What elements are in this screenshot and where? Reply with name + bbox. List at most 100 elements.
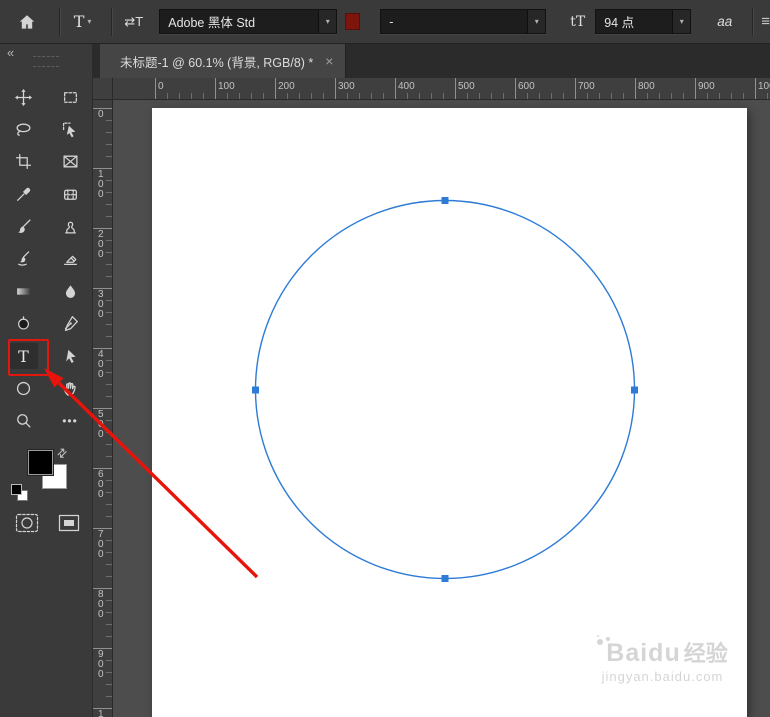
horizontal-ruler[interactable]: 0 100 200 300 400 500 600 700 800 900 10… xyxy=(113,78,770,100)
zoom-tool[interactable] xyxy=(10,408,38,434)
anti-alias-icon[interactable]: aa xyxy=(717,14,732,29)
font-family-dropdown-button[interactable]: ▾ xyxy=(318,10,337,33)
clone-stamp-tool[interactable] xyxy=(56,214,84,240)
baidu-logo-icon xyxy=(597,639,604,645)
font-family-select[interactable]: Adobe 黑体 Std ▾ xyxy=(159,9,338,34)
canvas-viewport: Baidu 经验 jingyan.baidu.com xyxy=(113,100,770,717)
ruler-label: 200 xyxy=(278,81,295,92)
swap-colors-icon[interactable]: ⇄ xyxy=(54,444,71,461)
ruler-label: 500 xyxy=(458,81,475,92)
home-icon xyxy=(20,14,35,29)
options-bar: T ▾ ⇄T Adobe 黑体 Std ▾ - ▾ tT 94 点 ▾ aa ≡ xyxy=(0,0,770,44)
font-size-icon: tT xyxy=(570,13,586,30)
ruler-label: 200 xyxy=(98,229,104,260)
path-selection-tool[interactable] xyxy=(56,343,84,369)
document-canvas[interactable]: Baidu 经验 jingyan.baidu.com xyxy=(152,108,747,717)
ruler-label: 100 xyxy=(98,169,104,200)
dodge-tool[interactable] xyxy=(10,311,38,337)
droplet-icon xyxy=(65,285,75,298)
watermark: Baidu 经验 jingyan.baidu.com xyxy=(580,636,745,684)
separator xyxy=(752,7,754,36)
selection-cursor-icon xyxy=(62,122,75,138)
more-dots-icon: ••• xyxy=(62,413,78,428)
lasso-tool[interactable] xyxy=(10,116,38,142)
ruler-label: 300 xyxy=(98,289,104,320)
vertical-ruler[interactable]: 0 100 200 300 400 500 600 700 800 900 10… xyxy=(93,100,113,717)
hand-icon xyxy=(63,382,76,396)
ruler-label: 300 xyxy=(338,81,355,92)
toolbar-panel: « T ••• ⇄ xyxy=(0,44,93,717)
rectangular-marquee-tool[interactable] xyxy=(56,84,84,110)
move-icon xyxy=(15,88,32,106)
font-size-value[interactable]: 94 点 xyxy=(596,12,672,31)
pen-tool[interactable] xyxy=(56,311,84,337)
close-tab-icon[interactable]: × xyxy=(325,54,333,68)
foreground-color-swatch[interactable] xyxy=(27,449,54,476)
brush-icon xyxy=(18,219,31,233)
frame-tool[interactable] xyxy=(56,149,84,175)
history-brush-tool[interactable] xyxy=(10,246,38,272)
brush-tool[interactable] xyxy=(10,214,38,240)
font-warning-box xyxy=(345,13,361,30)
ruler-label: 700 xyxy=(578,81,595,92)
separator xyxy=(111,7,113,36)
tool-preset-picker[interactable]: T ▾ xyxy=(74,12,92,31)
default-colors-button[interactable] xyxy=(11,484,28,501)
crop-tool[interactable] xyxy=(10,149,38,175)
screen-mode-icon xyxy=(58,514,80,532)
separator xyxy=(58,7,60,36)
lasso-icon xyxy=(16,123,31,136)
chevron-down-icon: ▾ xyxy=(534,17,539,26)
edit-toolbar-button[interactable]: ••• xyxy=(56,408,84,434)
ruler-corner[interactable] xyxy=(93,78,113,100)
chevron-down-icon: ▾ xyxy=(87,17,92,26)
ruler-label: 0 xyxy=(158,81,164,92)
move-tool[interactable] xyxy=(10,84,38,110)
collapse-panel-button[interactable]: « xyxy=(7,45,14,60)
font-family-value[interactable]: Adobe 黑体 Std xyxy=(160,12,318,31)
quick-selection-tool[interactable] xyxy=(56,116,84,142)
hand-tool[interactable] xyxy=(56,376,84,402)
quick-mask-icon xyxy=(15,513,39,533)
ruler-label: 500 xyxy=(98,409,104,440)
eraser-tool[interactable] xyxy=(56,246,84,272)
ruler-label: 700 xyxy=(98,529,104,560)
home-button[interactable] xyxy=(16,9,39,35)
ruler-label: 400 xyxy=(398,81,415,92)
gradient-tool[interactable] xyxy=(10,278,38,304)
watermark-suffix: 经验 xyxy=(683,641,728,666)
document-tab-bar: 未标题-1 @ 60.1% (背景, RGB/8) * × xyxy=(93,44,770,78)
watermark-domain: jingyan.baidu.com xyxy=(601,669,724,684)
tool-grid: T ••• xyxy=(0,84,93,440)
alignment-icon[interactable]: ≡ xyxy=(761,13,770,30)
chevron-down-icon: ▾ xyxy=(679,17,684,26)
text-orientation-icon[interactable]: ⇄T xyxy=(124,14,143,30)
font-size-dropdown-button[interactable]: ▾ xyxy=(672,10,691,33)
history-brush-icon xyxy=(18,251,30,267)
photoshop-window: T ▾ ⇄T Adobe 黑体 Std ▾ - ▾ tT 94 点 ▾ aa ≡… xyxy=(0,0,770,717)
gradient-icon xyxy=(17,288,30,295)
type-tool-preset-icon: T xyxy=(73,12,85,31)
font-style-select[interactable]: - ▾ xyxy=(380,9,547,34)
eyedropper-icon xyxy=(17,187,31,201)
patch-tool[interactable] xyxy=(56,181,84,207)
path-select-cursor-icon xyxy=(65,349,76,363)
ruler-label: 400 xyxy=(98,349,104,380)
eraser-icon xyxy=(63,256,77,266)
font-style-value[interactable]: - xyxy=(381,15,527,29)
eyedropper-tool[interactable] xyxy=(10,181,38,207)
frame-icon xyxy=(62,155,78,168)
font-size-select[interactable]: 94 点 ▾ xyxy=(595,9,692,34)
crop-icon xyxy=(15,154,32,170)
pen-icon xyxy=(64,316,78,332)
ruler-label: 1000 xyxy=(98,709,104,717)
quick-mask-button[interactable] xyxy=(13,510,41,536)
ellipse-tool[interactable] xyxy=(10,376,38,402)
ruler-label: 600 xyxy=(518,81,535,92)
screen-mode-button[interactable] xyxy=(55,510,83,536)
document-tab[interactable]: 未标题-1 @ 60.1% (背景, RGB/8) * × xyxy=(100,44,347,78)
dodge-icon xyxy=(18,316,29,330)
font-style-dropdown-button[interactable]: ▾ xyxy=(527,10,546,33)
blur-tool[interactable] xyxy=(56,278,84,304)
ruler-label: 900 xyxy=(698,81,715,92)
